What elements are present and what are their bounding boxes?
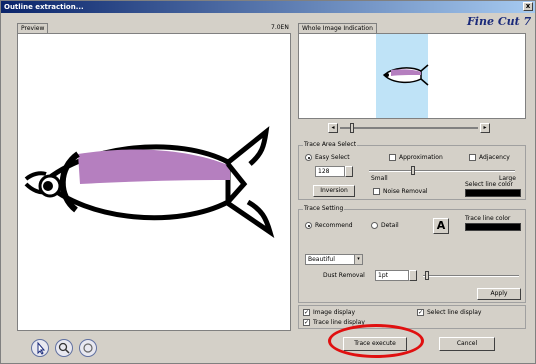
title-bar: Outline extraction... x bbox=[1, 1, 535, 13]
window-title: Outline extraction... bbox=[4, 3, 84, 11]
dust-removal-spinner[interactable] bbox=[409, 270, 417, 281]
display-options-group: ✓ Image display ✓ Select line display ✓ … bbox=[298, 305, 526, 329]
inversion-button[interactable]: Inversion bbox=[313, 185, 355, 197]
select-line-display-checkbox[interactable]: ✓ bbox=[417, 309, 424, 316]
fish-thumbnail bbox=[382, 64, 429, 86]
approximation-checkbox[interactable] bbox=[389, 154, 396, 161]
recommend-radio[interactable] bbox=[305, 222, 312, 229]
image-display-label: Image display bbox=[313, 309, 356, 316]
scroll-left-button[interactable]: ◂ bbox=[328, 123, 338, 133]
preview-scrollbar[interactable]: ◂ ▸ bbox=[328, 123, 490, 133]
apply-button[interactable]: Apply bbox=[477, 288, 521, 300]
detail-label: Detail bbox=[381, 222, 399, 229]
noise-removal-checkbox[interactable] bbox=[373, 188, 380, 195]
trace-line-color-label: Trace line color bbox=[465, 215, 511, 222]
fish-illustration bbox=[24, 126, 275, 238]
select-line-color-swatch[interactable] bbox=[465, 189, 521, 197]
trace-setting-legend: Trace Setting bbox=[303, 205, 345, 212]
easy-select-radio[interactable] bbox=[305, 154, 312, 161]
whole-image-preview[interactable] bbox=[298, 33, 526, 119]
preview-canvas[interactable] bbox=[17, 33, 291, 331]
recommend-label: Recommend bbox=[315, 222, 353, 229]
trace-area-group: Trace Area Select Easy Select Approximat… bbox=[298, 141, 526, 200]
dust-removal-label: Dust Removal bbox=[323, 272, 365, 279]
dust-removal-input[interactable]: 1pt bbox=[375, 270, 409, 281]
scroll-right-button[interactable]: ▸ bbox=[480, 123, 490, 133]
dust-removal-slider-thumb[interactable] bbox=[425, 271, 429, 280]
approximation-label: Approximation bbox=[399, 154, 443, 161]
chevron-down-icon[interactable]: ▾ bbox=[354, 255, 362, 264]
noise-removal-label: Noise Removal bbox=[383, 188, 428, 195]
zoom-ratio: 7.0EN bbox=[271, 24, 289, 31]
close-button[interactable]: x bbox=[523, 2, 533, 11]
threshold-slider-thumb[interactable] bbox=[411, 166, 415, 175]
trace-setting-group: Trace Setting Recommend Detail A Trace l… bbox=[298, 205, 526, 303]
font-settings-button[interactable]: A bbox=[433, 218, 449, 234]
trace-line-display-checkbox[interactable]: ✓ bbox=[303, 319, 310, 326]
trace-style-value: Beautiful bbox=[308, 256, 335, 263]
rotate-tool-button[interactable] bbox=[79, 339, 97, 357]
dust-removal-slider-track[interactable] bbox=[423, 275, 519, 277]
select-line-display-label: Select line display bbox=[427, 309, 482, 316]
select-line-color-label: Select line color bbox=[465, 181, 513, 188]
trace-line-color-swatch[interactable] bbox=[465, 223, 521, 231]
detail-radio[interactable] bbox=[371, 222, 378, 229]
adjacency-checkbox[interactable] bbox=[469, 154, 476, 161]
scroll-thumb[interactable] bbox=[350, 123, 354, 133]
hand-icon bbox=[83, 343, 93, 353]
trace-area-legend: Trace Area Select bbox=[303, 141, 358, 148]
fine-cut-logo: Fine Cut 7 bbox=[467, 15, 532, 28]
tab-preview[interactable]: Preview bbox=[17, 23, 49, 33]
outline-extraction-window: Outline extraction... x Preview 7.0EN Wh… bbox=[0, 0, 536, 364]
adjacency-label: Adjacency bbox=[479, 154, 510, 161]
cancel-button[interactable]: Cancel bbox=[439, 337, 495, 351]
threshold-input[interactable]: 128 bbox=[315, 166, 345, 177]
magnifier-icon bbox=[58, 342, 70, 354]
easy-select-label: Easy Select bbox=[315, 154, 350, 161]
scroll-track[interactable] bbox=[340, 127, 478, 129]
image-display-checkbox[interactable]: ✓ bbox=[303, 309, 310, 316]
tab-whole-image[interactable]: Whole Image Indication bbox=[298, 23, 377, 33]
threshold-slider-track[interactable] bbox=[369, 170, 515, 172]
select-tool-button[interactable] bbox=[31, 339, 49, 357]
threshold-spinner[interactable] bbox=[345, 166, 353, 177]
small-label: Small bbox=[371, 175, 388, 182]
highlight-circle bbox=[328, 324, 424, 358]
zoom-tool-button[interactable] bbox=[55, 339, 73, 357]
trace-style-select[interactable]: Beautiful ▾ bbox=[305, 254, 363, 265]
arrow-pointer-icon bbox=[37, 341, 46, 355]
